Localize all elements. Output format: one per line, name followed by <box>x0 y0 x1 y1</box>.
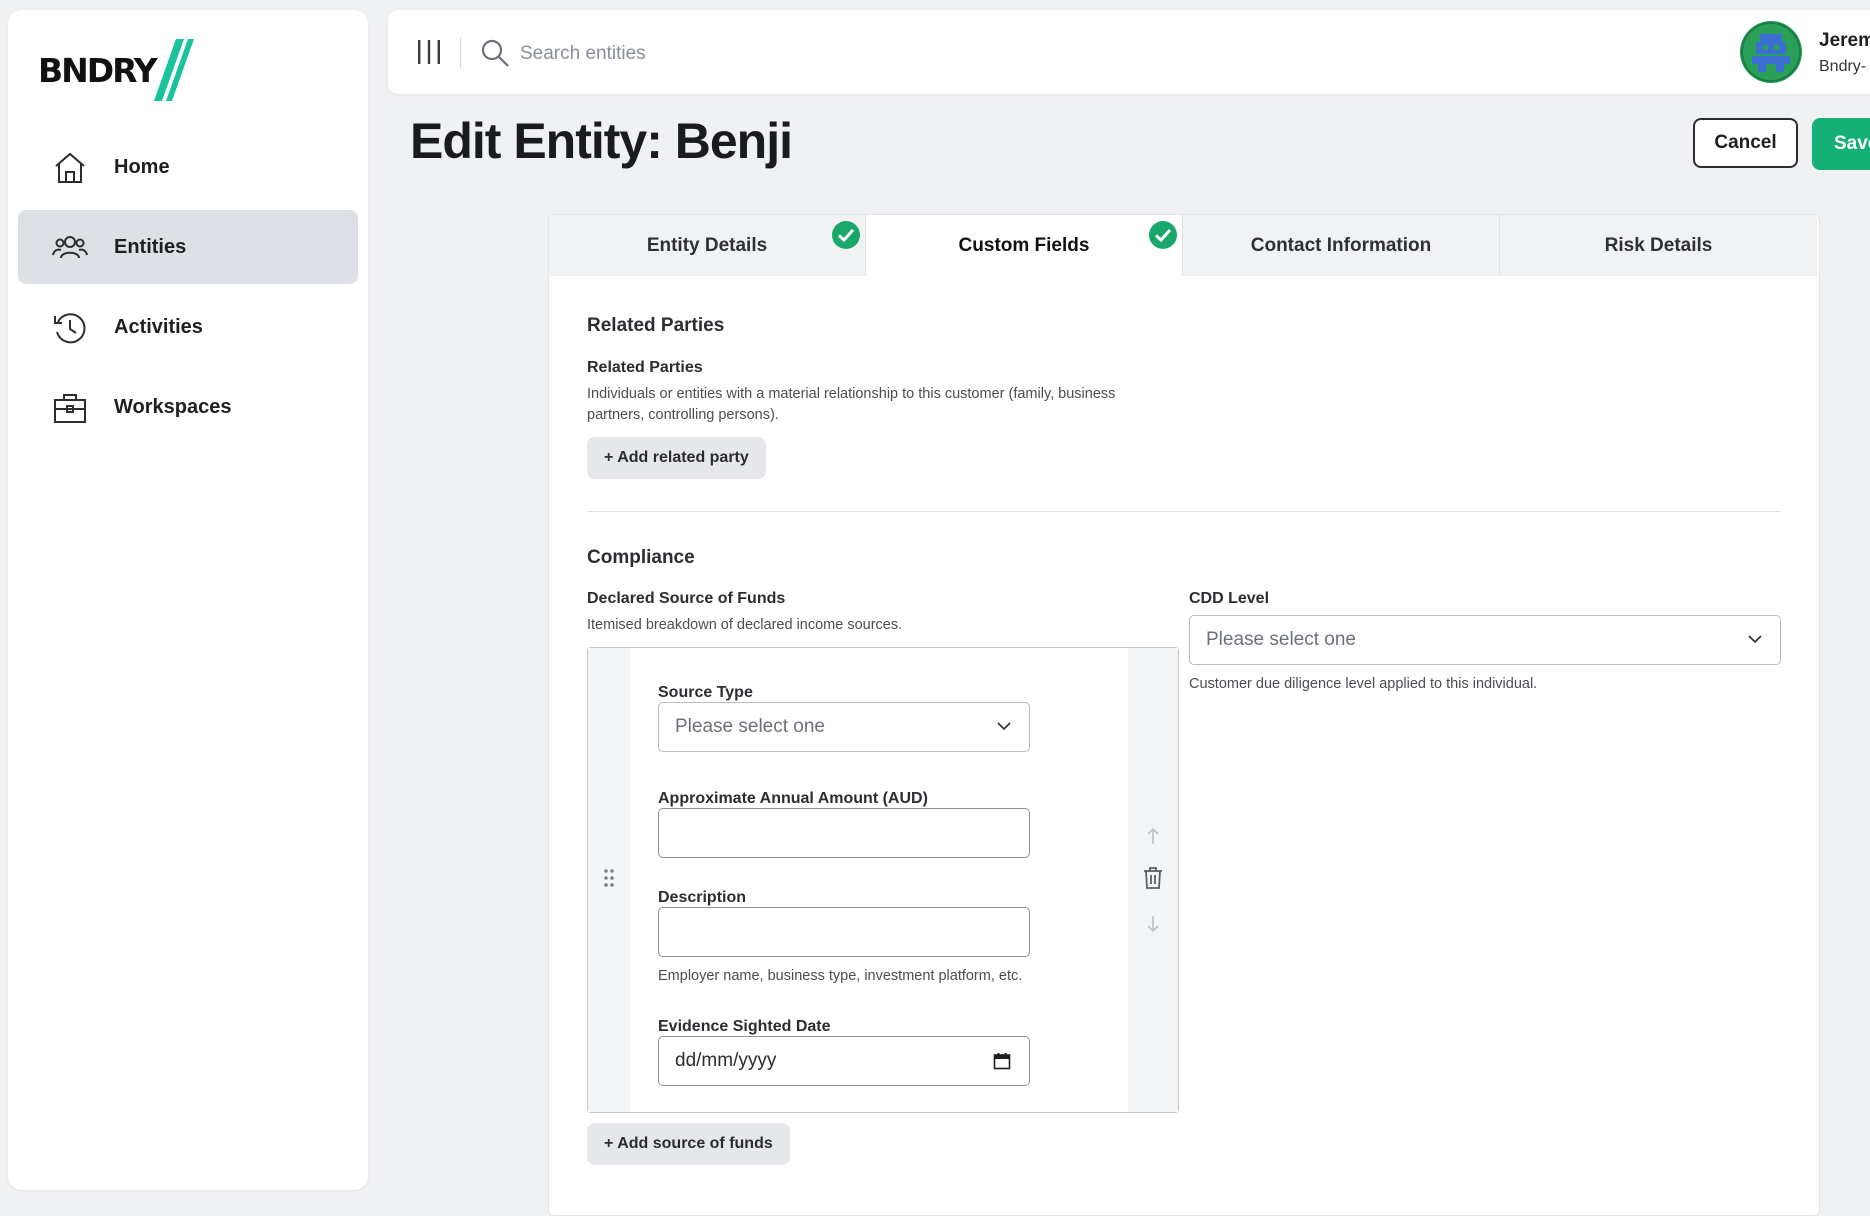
description-label: Description <box>658 889 747 906</box>
bndry-logo[interactable]: BNDRY <box>38 30 198 110</box>
related-parties-field-label: Related Parties <box>587 359 703 376</box>
briefcase-icon <box>54 394 86 423</box>
tab-label: Custom Fields <box>958 234 1090 256</box>
trash-icon[interactable] <box>1142 866 1164 890</box>
page-title: Edit Entity: Benji <box>410 113 793 169</box>
related-parties-help-text: Individuals or entities with a material … <box>587 386 1116 423</box>
tab-label: Risk Details <box>1604 234 1713 256</box>
cdd-level-label: CDD Level <box>1189 590 1270 607</box>
sidebar-item-workspaces[interactable]: Workspaces <box>18 370 358 444</box>
add-source-of-funds-button[interactable]: + Add source of funds <box>587 1123 790 1165</box>
logo-slashes-icon <box>153 39 194 101</box>
cdd-level-help-text: Customer due diligence level applied to … <box>1189 676 1538 692</box>
evidence-date-label: Evidence Sighted Date <box>658 1018 831 1035</box>
users-icon <box>52 236 88 259</box>
tab-custom-fields[interactable]: Custom Fields <box>866 215 1183 276</box>
tab-label: Contact Information <box>1250 234 1432 256</box>
drag-handle-area[interactable] <box>588 648 630 1112</box>
home-icon <box>55 152 85 183</box>
sidebar-item-entities[interactable]: Entities <box>18 210 358 284</box>
chevron-down-icon <box>997 722 1011 731</box>
history-icon <box>54 313 86 344</box>
edit-entity-card: Entity Details Custom Fields Contact Inf… <box>548 214 1820 1216</box>
tab-risk-details[interactable]: Risk Details <box>1500 215 1817 276</box>
logo-text: BNDRY <box>38 50 158 90</box>
check-circle-icon <box>1149 221 1177 249</box>
source-type-label: Source Type <box>658 684 753 701</box>
user-organization: Bndry- <box>1819 58 1867 75</box>
evidence-date-input[interactable]: dd/mm/yyyy <box>658 1036 1030 1086</box>
description-help-text: Employer name, business type, investment… <box>658 968 1023 984</box>
avatar[interactable] <box>1740 21 1802 83</box>
sidebar-item-label: Activities <box>114 315 203 338</box>
tab-contact-information[interactable]: Contact Information <box>1183 215 1500 276</box>
user-name: Jeremy <box>1819 30 1870 51</box>
menu-toggle-icon[interactable] <box>416 38 442 66</box>
tab-label: Entity Details <box>646 234 768 256</box>
section-divider <box>587 511 1781 512</box>
description-input[interactable] <box>658 907 1030 957</box>
cancel-button[interactable]: Cancel <box>1693 118 1798 168</box>
check-circle-icon <box>832 221 860 249</box>
sidebar-item-label: Workspaces <box>114 395 232 418</box>
search-input[interactable] <box>518 36 1022 72</box>
sidebar-item-home[interactable]: Home <box>18 130 358 204</box>
compliance-section-title: Compliance <box>587 547 695 568</box>
top-bar: Jeremy Bndry- <box>388 10 1870 94</box>
related-parties-section-title: Related Parties <box>587 315 725 336</box>
source-type-placeholder: Please select one <box>675 716 825 737</box>
evidence-date-value: dd/mm/yyyy <box>675 1050 777 1071</box>
source-of-funds-help-text: Itemised breakdown of declared income so… <box>587 617 903 633</box>
source-of-funds-label: Declared Source of Funds <box>587 590 786 607</box>
cdd-level-placeholder: Please select one <box>1206 629 1356 650</box>
sidebar: BNDRY Home Entities Activities Workspace… <box>8 10 368 1190</box>
sidebar-item-label: Entities <box>114 235 187 258</box>
sidebar-item-label: Home <box>114 155 170 178</box>
tab-bar: Entity Details Custom Fields Contact Inf… <box>549 215 1819 276</box>
move-up-arrow-icon[interactable] <box>1145 826 1161 846</box>
chevron-down-icon <box>1748 635 1762 644</box>
search-icon <box>481 39 509 67</box>
tab-entity-details[interactable]: Entity Details <box>549 215 866 276</box>
cdd-level-select[interactable]: Please select one <box>1189 615 1781 665</box>
drag-handle-icon <box>604 869 614 887</box>
avatar-image <box>1741 22 1801 82</box>
annual-amount-input[interactable] <box>658 808 1030 858</box>
move-down-arrow-icon[interactable] <box>1145 914 1161 934</box>
source-of-funds-item: Source Type Please select one Approximat… <box>587 647 1179 1113</box>
topbar-divider <box>460 38 461 68</box>
source-type-select[interactable]: Please select one <box>658 702 1030 752</box>
add-related-party-button[interactable]: + Add related party <box>587 437 766 479</box>
calendar-icon[interactable] <box>993 1052 1011 1070</box>
save-button[interactable]: Save <box>1812 118 1870 170</box>
sidebar-item-activities[interactable]: Activities <box>18 290 358 364</box>
item-controls <box>1128 648 1178 1112</box>
annual-amount-label: Approximate Annual Amount (AUD) <box>658 790 928 807</box>
